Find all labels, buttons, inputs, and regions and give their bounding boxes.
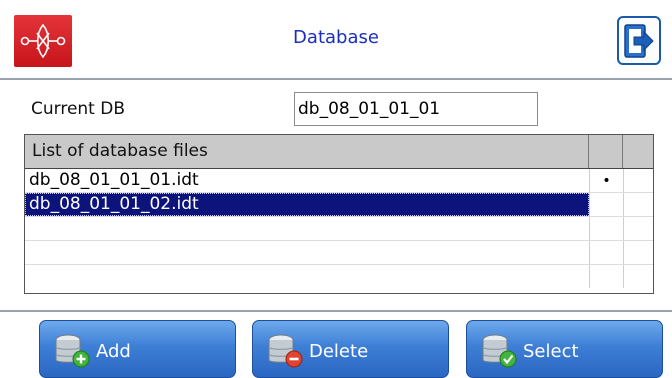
current-marker-cell <box>589 265 623 288</box>
extra-cell <box>623 265 653 288</box>
file-name-cell <box>25 217 589 240</box>
database-check-icon <box>482 334 517 368</box>
current-db-field[interactable]: db_08_01_01_01 <box>294 92 538 126</box>
exit-button[interactable] <box>617 16 661 65</box>
select-button[interactable]: Select <box>466 320 663 378</box>
file-name-cell: db_08_01_01_02.idt <box>25 193 589 216</box>
current-db-label: Current DB <box>31 99 126 119</box>
add-button-label: Add <box>96 341 131 362</box>
extra-cell <box>623 217 653 240</box>
header-bar: Database <box>0 0 672 80</box>
current-marker-cell <box>589 193 623 216</box>
file-name-cell <box>25 241 589 264</box>
column-header-current[interactable] <box>589 135 623 168</box>
page-title: Database <box>293 27 379 48</box>
table-row[interactable]: db_08_01_01_01.idt • <box>25 169 653 193</box>
add-button[interactable]: Add <box>39 320 236 378</box>
table-row[interactable] <box>25 217 653 241</box>
exit-door-icon <box>624 24 654 58</box>
table-row[interactable]: db_08_01_01_02.idt <box>25 193 653 217</box>
table-header: List of database files <box>25 135 653 169</box>
extra-cell <box>623 169 653 192</box>
table-row[interactable] <box>25 265 653 289</box>
extra-cell <box>623 193 653 216</box>
database-delete-icon <box>268 334 303 368</box>
file-name-cell <box>25 265 589 288</box>
database-add-icon <box>55 334 90 368</box>
delete-button-label: Delete <box>309 341 369 362</box>
column-header-extra[interactable] <box>623 135 653 168</box>
current-marker-cell: • <box>589 169 623 192</box>
select-button-label: Select <box>523 341 579 362</box>
column-header-files[interactable]: List of database files <box>25 135 589 168</box>
file-name-cell: db_08_01_01_01.idt <box>29 170 199 190</box>
extra-cell <box>623 241 653 264</box>
current-marker-cell <box>589 217 623 240</box>
delete-button[interactable]: Delete <box>252 320 449 378</box>
table-row[interactable] <box>25 241 653 265</box>
current-marker-cell <box>589 241 623 264</box>
database-file-table[interactable]: List of database files db_08_01_01_01.id… <box>24 134 654 294</box>
